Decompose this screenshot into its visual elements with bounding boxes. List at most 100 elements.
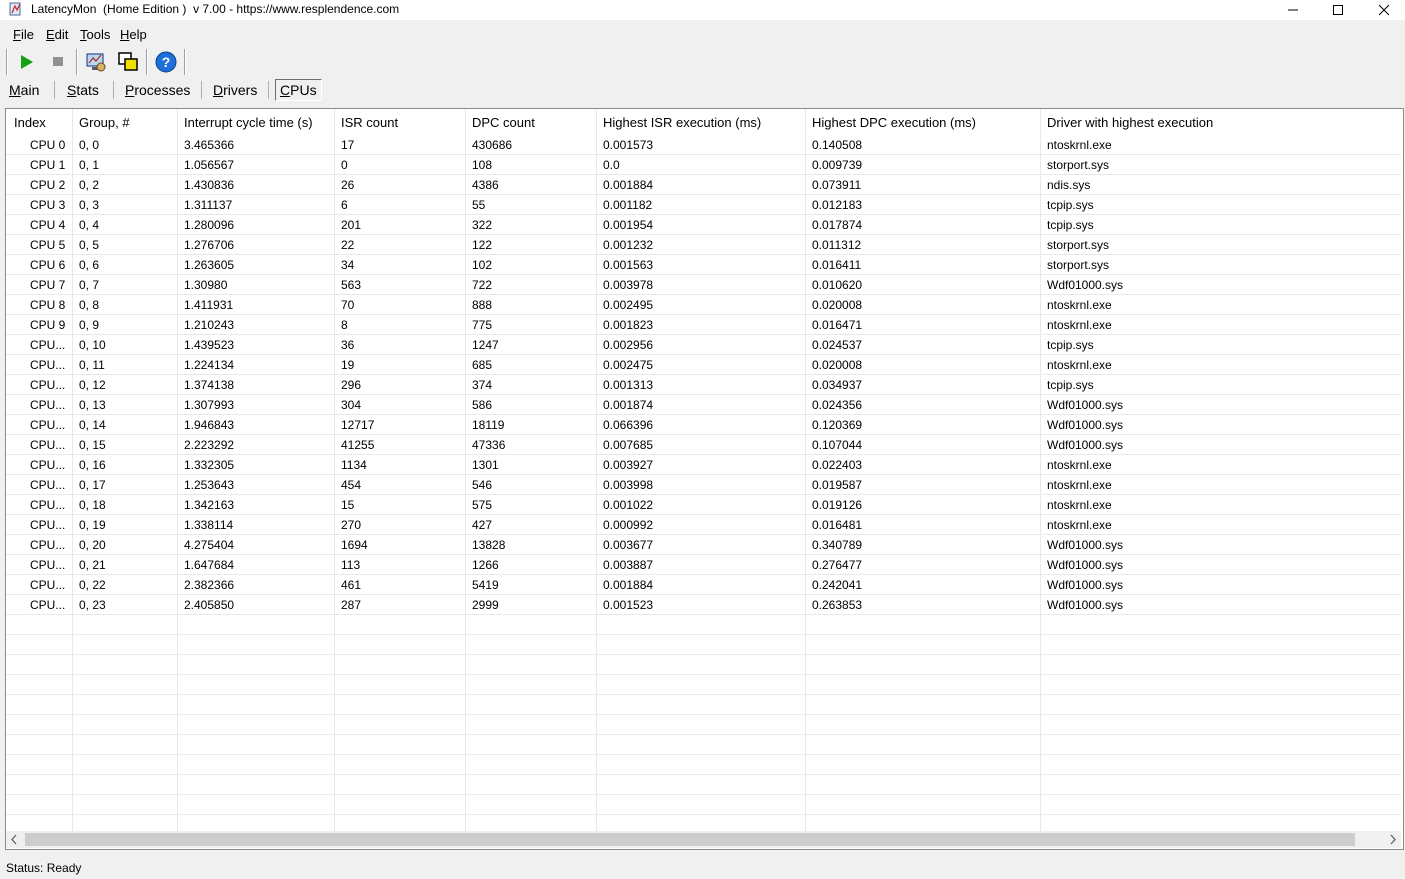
cell-highest-isr-execution: 0.001954 (603, 218, 654, 232)
cell-isr-count: 6 (341, 198, 348, 212)
table-row[interactable]: CPU 1 0, 1 1.056567 0 108 0.0 0.009739 storport… (6, 155, 1401, 175)
windows-button[interactable] (116, 50, 140, 74)
column-header-driver[interactable]: Driver with highest execution (1047, 115, 1213, 130)
table-row[interactable]: CPU... 0, 13 1.307993 304 586 0.001874 0.02435… (6, 395, 1401, 415)
stop-button[interactable] (46, 50, 70, 74)
cell-driver: ntoskrnl.exe (1047, 478, 1112, 492)
table-row[interactable]: CPU... 0, 12 1.374138 296 374 0.001313 0.03493… (6, 375, 1401, 395)
table-row[interactable]: CPU... 0, 18 1.342163 15 575 0.001022 0.019126… (6, 495, 1401, 515)
cpu-table[interactable]: Index Group, # Interrupt cycle time (s) ISR… (5, 108, 1404, 850)
menu-edit-label: dit (54, 27, 69, 42)
table-row[interactable]: CPU 7 0, 7 1.30980 563 722 0.003978 0.010620 Wd… (6, 275, 1401, 295)
cell-interrupt-cycle-time: 2.405850 (184, 598, 235, 612)
cell-group: 0, 14 (79, 418, 106, 432)
cell-isr-count: 201 (341, 218, 362, 232)
table-row[interactable]: CPU... 0, 10 1.439523 36 1247 0.002956 0.02453… (6, 335, 1401, 355)
empty-row (6, 675, 1401, 695)
maximize-button[interactable] (1315, 0, 1361, 20)
cell-isr-count: 70 (341, 298, 355, 312)
cell-index: CPU... (30, 558, 66, 572)
cell-driver: ntoskrnl.exe (1047, 318, 1112, 332)
horizontal-scrollbar[interactable] (6, 831, 1401, 848)
table-row[interactable]: CPU 4 0, 4 1.280096 201 322 0.001954 0.017874 t… (6, 215, 1401, 235)
table-row[interactable]: CPU... 0, 22 2.382366 461 5419 0.001884 0.2420… (6, 575, 1401, 595)
table-row[interactable]: CPU 3 0, 3 1.311137 6 55 0.001182 0.012183 tcpi… (6, 195, 1401, 215)
scroll-right-button[interactable] (1384, 831, 1401, 848)
empty-row (6, 615, 1401, 635)
monitor-button[interactable] (84, 50, 108, 74)
tab-drivers[interactable]: Drivers (209, 80, 261, 100)
table-row[interactable]: CPU 9 0, 9 1.210243 8 775 0.001823 0.016471 nto… (6, 315, 1401, 335)
table-row[interactable]: CPU... 0, 14 1.946843 12717 18119 0.066396 0.1… (6, 415, 1401, 435)
cell-index: CPU... (30, 518, 66, 532)
column-header-highest-dpc-execution[interactable]: Highest DPC execution (ms) (812, 115, 976, 130)
minimize-icon (1288, 9, 1298, 11)
cell-dpc-count: 374 (472, 378, 493, 392)
cell-group: 0, 6 (79, 258, 100, 272)
minimize-button[interactable] (1270, 0, 1316, 20)
play-icon (21, 55, 33, 69)
tab-stats[interactable]: Stats (63, 80, 103, 100)
table-row[interactable]: CPU 2 0, 2 1.430836 26 4386 0.001884 0.073911 n… (6, 175, 1401, 195)
tab-processes[interactable]: Processes (121, 80, 194, 100)
cell-highest-isr-execution: 0.002495 (603, 298, 654, 312)
table-row[interactable]: CPU 8 0, 8 1.411931 70 888 0.002495 0.020008 nt… (6, 295, 1401, 315)
column-header-isr-count[interactable]: ISR count (341, 115, 398, 130)
cell-group: 0, 15 (79, 438, 106, 452)
column-header-highest-isr-execution[interactable]: Highest ISR execution (ms) (603, 115, 761, 130)
cell-group: 0, 4 (79, 218, 100, 232)
cell-highest-dpc-execution: 0.340789 (812, 538, 863, 552)
cell-group: 0, 18 (79, 498, 106, 512)
cell-isr-count: 1134 (341, 458, 367, 472)
cell-driver: ntoskrnl.exe (1047, 298, 1112, 312)
menu-help[interactable]: Help (120, 27, 147, 42)
cell-group: 0, 3 (79, 198, 100, 212)
scrollbar-thumb[interactable] (25, 833, 1355, 846)
column-header-group[interactable]: Group, # (79, 115, 130, 130)
cell-index: CPU... (30, 578, 66, 592)
cell-index: CPU... (30, 358, 66, 372)
scroll-left-button[interactable] (6, 831, 23, 848)
cell-group: 0, 22 (79, 578, 106, 592)
table-row[interactable]: CPU 5 0, 5 1.276706 22 122 0.001232 0.011312 st… (6, 235, 1401, 255)
cell-group: 0, 9 (79, 318, 100, 332)
cell-dpc-count: 13828 (472, 538, 506, 552)
cell-highest-isr-execution: 0.001182 (603, 198, 653, 212)
table-row[interactable]: CPU... 0, 23 2.405850 287 2999 0.001523 0.2638… (6, 595, 1401, 615)
cell-dpc-count: 108 (472, 158, 493, 172)
cell-interrupt-cycle-time: 1.439523 (184, 338, 235, 352)
table-row[interactable]: CPU... 0, 20 4.275404 1694 13828 0.003677 0.34… (6, 535, 1401, 555)
cell-highest-dpc-execution: 0.016481 (812, 518, 863, 532)
menu-file[interactable]: File (13, 27, 34, 42)
cell-dpc-count: 18119 (472, 418, 505, 432)
table-row[interactable]: CPU... 0, 17 1.253643 454 546 0.003998 0.01958… (6, 475, 1401, 495)
tab-separator (113, 81, 114, 99)
menu-edit[interactable]: Edit (46, 27, 68, 42)
table-row[interactable]: CPU... 0, 11 1.224134 19 685 0.002475 0.020008… (6, 355, 1401, 375)
cell-highest-isr-execution: 0.003998 (603, 478, 654, 492)
tab-main[interactable]: Main (5, 80, 43, 100)
cell-index: CPU 9 (30, 318, 66, 332)
column-header-dpc-count[interactable]: DPC count (472, 115, 535, 130)
cell-driver: Wdf01000.sys (1047, 558, 1124, 572)
menu-tools[interactable]: Tools (80, 27, 110, 42)
close-button[interactable] (1361, 0, 1405, 20)
cell-highest-isr-execution: 0.003677 (603, 538, 654, 552)
table-row[interactable]: CPU... 0, 19 1.338114 270 427 0.000992 0.01648… (6, 515, 1401, 535)
cell-index: CPU... (30, 438, 66, 452)
table-row[interactable]: CPU... 0, 21 1.647684 113 1266 0.003887 0.2764… (6, 555, 1401, 575)
tab-cpus[interactable]: CPUs (275, 79, 322, 101)
column-header-index[interactable]: Index (14, 115, 46, 130)
cell-group: 0, 8 (79, 298, 100, 312)
start-button[interactable] (14, 50, 38, 74)
cell-group: 0, 16 (79, 458, 106, 472)
table-row[interactable]: CPU 0 0, 0 3.465366 17 430686 0.001573 0.14050… (6, 135, 1401, 155)
table-row[interactable]: CPU 6 0, 6 1.263605 34 102 0.001563 0.016411 st… (6, 255, 1401, 275)
column-header-interrupt-cycle-time[interactable]: Interrupt cycle time (s) (184, 115, 313, 130)
cell-highest-dpc-execution: 0.073911 (812, 178, 862, 192)
empty-row (6, 715, 1401, 735)
table-row[interactable]: CPU... 0, 16 1.332305 1134 1301 0.003927 0.022… (6, 455, 1401, 475)
table-row[interactable]: CPU... 0, 15 2.223292 41255 47336 0.007685 0.1… (6, 435, 1401, 455)
help-button[interactable]: ? (154, 50, 178, 74)
cell-highest-isr-execution: 0.001232 (603, 238, 654, 252)
